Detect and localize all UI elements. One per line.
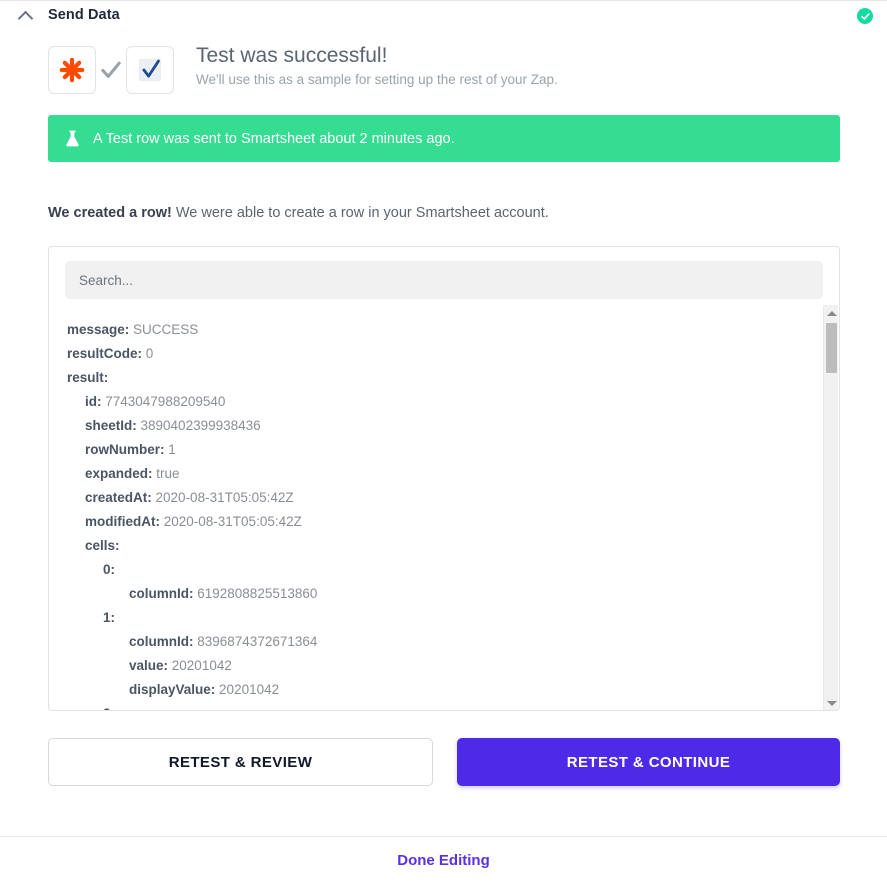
data-row-key: cells: — [85, 538, 120, 553]
scrollbar-thumb[interactable] — [826, 323, 837, 373]
test-result-hero: Test was successful! We'll use this as a… — [48, 44, 558, 94]
data-row-value: 20201042 — [215, 682, 280, 697]
check-icon — [96, 60, 126, 80]
hero-subtitle: We'll use this as a sample for setting u… — [196, 72, 558, 88]
smartsheet-check-icon — [126, 46, 174, 94]
data-row-value: 0 — [142, 346, 154, 361]
created-row-message-rest: We were able to create a row in your Sma… — [171, 205, 549, 221]
data-row: 0: — [67, 558, 839, 582]
search-input[interactable] — [65, 261, 823, 299]
data-row: columnId: 6192808825513860 — [67, 582, 839, 606]
data-row: createdAt: 2020-08-31T05:05:42Z — [67, 486, 839, 510]
data-row-value: true — [152, 466, 180, 481]
data-row: result: — [67, 366, 839, 390]
step-title: Send Data — [48, 7, 120, 23]
test-status-banner: A Test row was sent to Smartsheet about … — [48, 115, 840, 162]
data-row-key: createdAt: — [85, 490, 152, 505]
app-icon-pair — [48, 46, 174, 94]
retest-and-review-button[interactable]: RETEST & REVIEW — [48, 738, 433, 786]
hero-title: Test was successful! — [196, 44, 388, 67]
data-row-value: 7743047988209540 — [101, 394, 226, 409]
action-button-row: RETEST & REVIEW RETEST & CONTINUE — [48, 738, 840, 786]
data-row-value: 3890402399938436 — [136, 418, 261, 433]
data-row-key: sheetId: — [85, 418, 137, 433]
data-panel-scrollbar[interactable] — [823, 305, 839, 710]
data-row: resultCode: 0 — [67, 342, 839, 366]
data-row-key: columnId: — [129, 634, 194, 649]
created-row-message-bold: We created a row! — [48, 205, 172, 221]
data-row: rowNumber: 1 — [67, 438, 839, 462]
data-row: modifiedAt: 2020-08-31T05:05:42Z — [67, 510, 839, 534]
data-row-value: 8396874372671364 — [193, 634, 318, 649]
data-row: sheetId: 3890402399938436 — [67, 414, 839, 438]
data-row-key: 2: — [103, 706, 115, 710]
data-row-key: result: — [67, 370, 109, 385]
test-data-list: message: SUCCESS resultCode: 0 result: id: … — [49, 313, 839, 710]
data-row-key: id: — [85, 394, 102, 409]
data-row-value: 2020-08-31T05:05:42Z — [151, 490, 294, 505]
data-row-key: modifiedAt: — [85, 514, 160, 529]
data-row-key: 0: — [103, 562, 116, 577]
search-field-wrapper — [49, 247, 839, 299]
data-row: displayValue: 20201042 — [67, 678, 839, 702]
data-row: message: SUCCESS — [67, 318, 839, 342]
data-row: value: 20201042 — [67, 654, 839, 678]
retest-and-continue-button[interactable]: RETEST & CONTINUE — [457, 738, 840, 786]
send-data-step-panel: Send Data Test was successful! We'll use… — [0, 0, 887, 884]
zapier-asterisk-icon — [48, 46, 96, 94]
data-row-value: 1 — [164, 442, 176, 457]
data-row: id: 7743047988209540 — [67, 390, 839, 414]
done-editing-link[interactable]: Done Editing — [397, 852, 490, 869]
data-row-key: resultCode: — [67, 346, 143, 361]
created-row-message: We created a row! We were able to create… — [48, 205, 549, 221]
test-data-panel: message: SUCCESSresultCode: 0result:id: … — [48, 246, 840, 711]
data-row-value: 20201042 — [168, 658, 232, 673]
data-row-key: rowNumber: — [85, 442, 165, 457]
chevron-up-icon[interactable] — [18, 7, 34, 23]
data-row-key: 1: — [103, 610, 116, 625]
data-row-value: SUCCESS — [129, 322, 199, 337]
caret-down-icon[interactable] — [824, 696, 839, 710]
data-row: 1: — [67, 606, 839, 630]
data-row-value: 2020-08-31T05:05:42Z — [160, 514, 302, 529]
data-row-key: value: — [129, 658, 169, 673]
caret-up-icon[interactable] — [824, 306, 839, 320]
data-row: expanded: true — [67, 462, 839, 486]
flask-icon — [64, 129, 81, 149]
data-row-key: message: — [67, 322, 130, 337]
data-row-key: displayValue: — [129, 682, 216, 697]
data-row-key: expanded: — [85, 466, 153, 481]
data-row: 2: — [67, 702, 839, 710]
step-footer: Done Editing — [0, 836, 887, 884]
data-row-key: columnId: — [129, 586, 194, 601]
data-row: cells: — [67, 534, 839, 558]
banner-text: A Test row was sent to Smartsheet about … — [93, 130, 455, 147]
check-circle-icon — [857, 8, 873, 24]
data-row-value: 6192808825513860 — [193, 586, 318, 601]
step-header[interactable]: Send Data — [0, 0, 887, 29]
data-row: columnId: 8396874372671364 — [67, 630, 839, 654]
